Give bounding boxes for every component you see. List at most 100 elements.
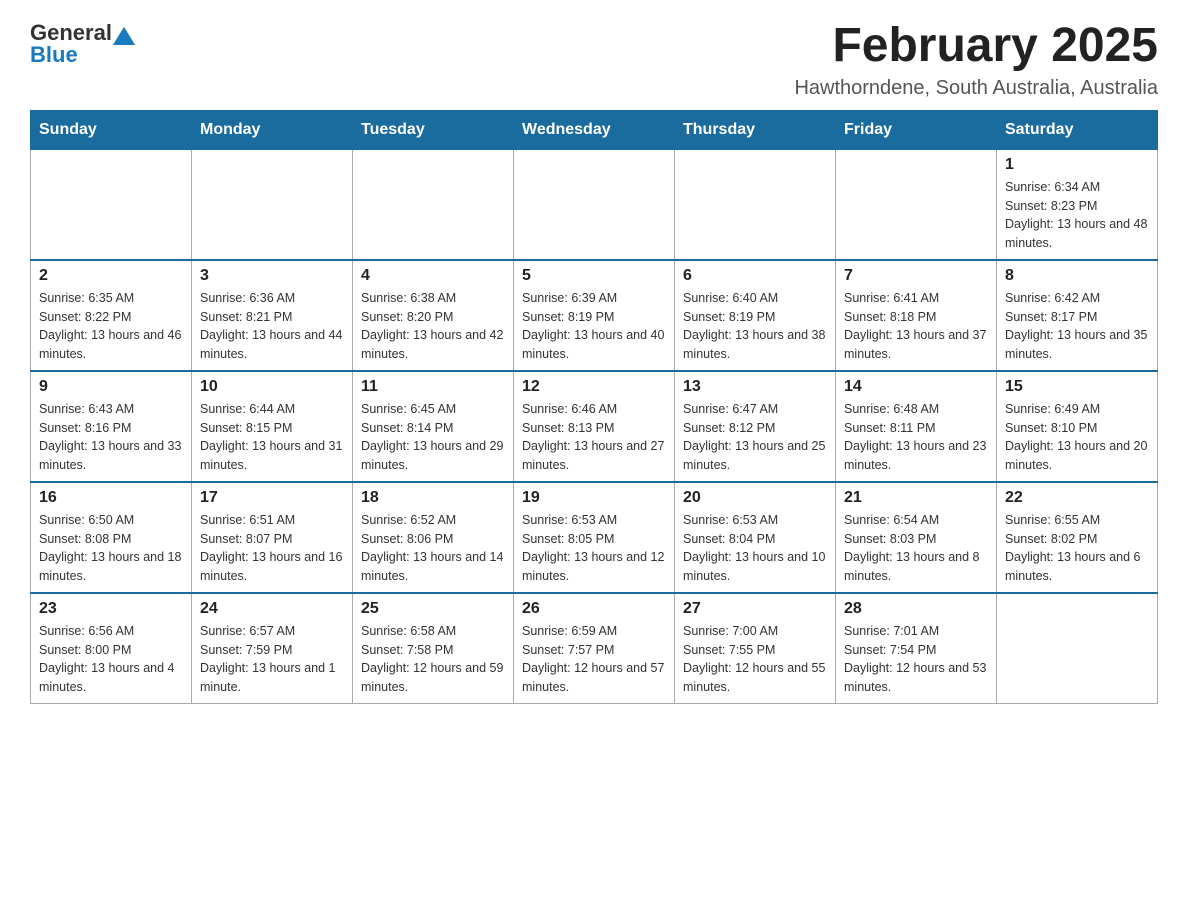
calendar-cell: 21 Sunrise: 6:54 AMSunset: 8:03 PMDayligh… [836,482,997,593]
calendar-cell: 12 Sunrise: 6:46 AMSunset: 8:13 PMDayligh… [514,371,675,482]
calendar-cell: 9 Sunrise: 6:43 AMSunset: 8:16 PMDaylight… [31,371,192,482]
calendar-cell: 17 Sunrise: 6:51 AMSunset: 8:07 PMDayligh… [192,482,353,593]
week-row-5: 23 Sunrise: 6:56 AMSunset: 8:00 PMDayligh… [31,593,1158,704]
day-number: 20 [683,489,827,507]
day-number: 19 [522,489,666,507]
day-info: Sunrise: 6:46 AMSunset: 8:13 PMDaylight:… [522,400,666,475]
calendar-cell: 22 Sunrise: 6:55 AMSunset: 8:02 PMDayligh… [997,482,1158,593]
day-number: 14 [844,378,988,396]
weekday-header-sunday: Sunday [31,110,192,149]
calendar-cell: 14 Sunrise: 6:48 AMSunset: 8:11 PMDayligh… [836,371,997,482]
calendar-cell: 10 Sunrise: 6:44 AMSunset: 8:15 PMDayligh… [192,371,353,482]
calendar-cell: 28Sunrise: 7:01 AMSunset: 7:54 PMDayligh… [836,593,997,704]
week-row-1: 1Sunrise: 6:34 AMSunset: 8:23 PMDaylight… [31,149,1158,260]
calendar-cell [31,149,192,260]
calendar-cell: 26Sunrise: 6:59 AMSunset: 7:57 PMDayligh… [514,593,675,704]
weekday-header-friday: Friday [836,110,997,149]
day-info: Sunrise: 6:47 AMSunset: 8:12 PMDaylight:… [683,400,827,475]
day-number: 23 [39,600,183,618]
weekday-header-thursday: Thursday [675,110,836,149]
day-info: Sunrise: 6:52 AMSunset: 8:06 PMDaylight:… [361,511,505,586]
day-info: Sunrise: 6:40 AMSunset: 8:19 PMDaylight:… [683,289,827,364]
day-number: 7 [844,267,988,285]
calendar-cell [192,149,353,260]
day-number: 15 [1005,378,1149,396]
calendar-cell: 16 Sunrise: 6:50 AMSunset: 8:08 PMDayligh… [31,482,192,593]
day-info: Sunrise: 6:35 AMSunset: 8:22 PMDaylight:… [39,289,183,364]
day-number: 17 [200,489,344,507]
logo: General Blue [30,20,136,68]
day-number: 4 [361,267,505,285]
day-info: Sunrise: 6:54 AMSunset: 8:03 PMDaylight:… [844,511,988,586]
calendar-cell: 4 Sunrise: 6:38 AMSunset: 8:20 PMDaylight… [353,260,514,371]
day-info: Sunrise: 6:45 AMSunset: 8:14 PMDaylight:… [361,400,505,475]
calendar-cell [353,149,514,260]
logo-triangle-icon [113,23,135,45]
day-info: Sunrise: 7:00 AMSunset: 7:55 PMDaylight:… [683,622,827,697]
weekday-header-monday: Monday [192,110,353,149]
day-number: 2 [39,267,183,285]
page-header: General Blue February 2025 Hawthorndene,… [30,20,1158,100]
logo-blue-text: Blue [30,42,78,67]
calendar-cell: 6 Sunrise: 6:40 AMSunset: 8:19 PMDaylight… [675,260,836,371]
day-number: 21 [844,489,988,507]
day-info: Sunrise: 6:59 AMSunset: 7:57 PMDaylight:… [522,622,666,697]
day-number: 6 [683,267,827,285]
day-info: Sunrise: 6:34 AMSunset: 8:23 PMDaylight:… [1005,178,1149,253]
calendar-cell: 20Sunrise: 6:53 AMSunset: 8:04 PMDayligh… [675,482,836,593]
calendar-cell: 3 Sunrise: 6:36 AMSunset: 8:21 PMDaylight… [192,260,353,371]
day-info: Sunrise: 6:56 AMSunset: 8:00 PMDaylight:… [39,622,183,697]
day-info: Sunrise: 6:48 AMSunset: 8:11 PMDaylight:… [844,400,988,475]
day-number: 11 [361,378,505,396]
calendar-cell: 18Sunrise: 6:52 AMSunset: 8:06 PMDayligh… [353,482,514,593]
title-block: February 2025 Hawthorndene, South Austra… [794,20,1158,100]
calendar-cell: 25 Sunrise: 6:58 AMSunset: 7:58 PMDayligh… [353,593,514,704]
calendar-cell: 27Sunrise: 7:00 AMSunset: 7:55 PMDayligh… [675,593,836,704]
calendar-cell: 15Sunrise: 6:49 AMSunset: 8:10 PMDayligh… [997,371,1158,482]
calendar-cell: 1Sunrise: 6:34 AMSunset: 8:23 PMDaylight… [997,149,1158,260]
calendar-cell: 8 Sunrise: 6:42 AMSunset: 8:17 PMDaylight… [997,260,1158,371]
day-number: 9 [39,378,183,396]
calendar-cell [675,149,836,260]
week-row-4: 16 Sunrise: 6:50 AMSunset: 8:08 PMDayligh… [31,482,1158,593]
day-number: 5 [522,267,666,285]
day-info: Sunrise: 6:42 AMSunset: 8:17 PMDaylight:… [1005,289,1149,364]
day-number: 13 [683,378,827,396]
day-info: Sunrise: 6:50 AMSunset: 8:08 PMDaylight:… [39,511,183,586]
day-info: Sunrise: 6:43 AMSunset: 8:16 PMDaylight:… [39,400,183,475]
day-number: 25 [361,600,505,618]
day-info: Sunrise: 6:36 AMSunset: 8:21 PMDaylight:… [200,289,344,364]
calendar-cell: 13 Sunrise: 6:47 AMSunset: 8:12 PMDayligh… [675,371,836,482]
weekday-header-saturday: Saturday [997,110,1158,149]
day-number: 8 [1005,267,1149,285]
day-number: 12 [522,378,666,396]
calendar-cell: 7Sunrise: 6:41 AMSunset: 8:18 PMDaylight… [836,260,997,371]
day-number: 10 [200,378,344,396]
calendar-table: SundayMondayTuesdayWednesdayThursdayFrid… [30,110,1158,704]
day-info: Sunrise: 6:55 AMSunset: 8:02 PMDaylight:… [1005,511,1149,586]
day-info: Sunrise: 6:53 AMSunset: 8:05 PMDaylight:… [522,511,666,586]
day-number: 16 [39,489,183,507]
calendar-title: February 2025 [794,20,1158,73]
weekday-header-tuesday: Tuesday [353,110,514,149]
day-info: Sunrise: 6:51 AMSunset: 8:07 PMDaylight:… [200,511,344,586]
day-info: Sunrise: 6:39 AMSunset: 8:19 PMDaylight:… [522,289,666,364]
day-info: Sunrise: 6:38 AMSunset: 8:20 PMDaylight:… [361,289,505,364]
day-info: Sunrise: 7:01 AMSunset: 7:54 PMDaylight:… [844,622,988,697]
calendar-cell: 23 Sunrise: 6:56 AMSunset: 8:00 PMDayligh… [31,593,192,704]
day-number: 3 [200,267,344,285]
day-number: 24 [200,600,344,618]
calendar-cell: 2 Sunrise: 6:35 AMSunset: 8:22 PMDaylight… [31,260,192,371]
calendar-cell: 11 Sunrise: 6:45 AMSunset: 8:14 PMDayligh… [353,371,514,482]
day-info: Sunrise: 6:44 AMSunset: 8:15 PMDaylight:… [200,400,344,475]
calendar-cell [836,149,997,260]
weekday-header-row: SundayMondayTuesdayWednesdayThursdayFrid… [31,110,1158,149]
day-info: Sunrise: 6:58 AMSunset: 7:58 PMDaylight:… [361,622,505,697]
calendar-cell: 5 Sunrise: 6:39 AMSunset: 8:19 PMDaylight… [514,260,675,371]
calendar-cell [514,149,675,260]
day-number: 22 [1005,489,1149,507]
weekday-header-wednesday: Wednesday [514,110,675,149]
calendar-subtitle: Hawthorndene, South Australia, Australia [794,77,1158,100]
day-info: Sunrise: 6:57 AMSunset: 7:59 PMDaylight:… [200,622,344,697]
week-row-2: 2 Sunrise: 6:35 AMSunset: 8:22 PMDaylight… [31,260,1158,371]
